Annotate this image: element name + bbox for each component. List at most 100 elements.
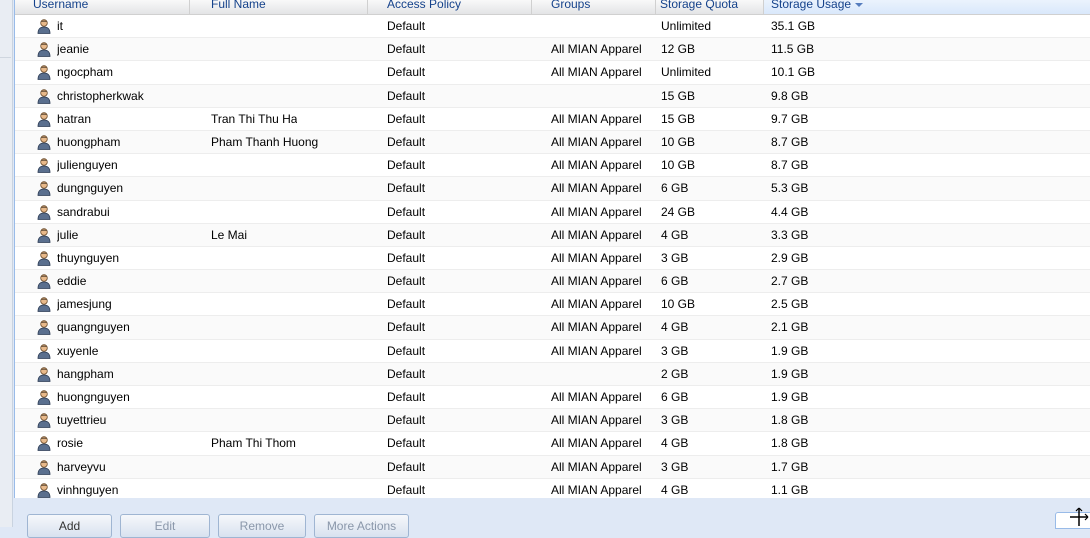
user-icon (37, 19, 51, 34)
sort-descending-icon (855, 2, 864, 7)
cell-username: julie (57, 227, 79, 242)
user-icon (37, 42, 51, 58)
cell-groups: All MIAN Apparel (551, 390, 642, 404)
cell-storage-usage: 9.8 GB (771, 88, 809, 103)
cell-access-policy: Default (387, 366, 426, 381)
column-header-groups[interactable]: Groups (532, 0, 656, 14)
table-row[interactable]: julienguyen Default All MIAN Apparel 10 GB 8… (15, 154, 1090, 178)
column-header-username[interactable]: Username (15, 0, 190, 14)
table-row[interactable]: quangnguyen Default All MIAN Apparel 4 GB 2.… (15, 316, 1090, 340)
edit-button[interactable]: Edit (120, 514, 210, 538)
column-header-storage-quota[interactable]: Storage Quota (656, 0, 764, 14)
cell-groups: All MIAN Apparel (551, 482, 642, 497)
cell-storage-usage: 1.8 GB (771, 413, 809, 428)
cell-username: rosie (57, 436, 84, 451)
cell-access-policy: Default (387, 65, 426, 80)
cell-storage-usage: 8.7 GB (771, 134, 809, 149)
cell-username: tuyettrieu (57, 413, 107, 428)
table-row[interactable]: it Default Unlimited 35.1 GB (15, 15, 1090, 39)
users-grid: Username Full Name Access Policy Groups … (14, 0, 1090, 498)
grid-body: it Default Unlimited 35.1 GB jeanie Default Al… (15, 15, 1090, 498)
cell-username: dungnguyen (57, 181, 124, 196)
table-row[interactable]: harveyvu Default All MIAN Apparel 3 GB 1.7 G… (15, 455, 1090, 479)
cell-storage-quota: 4 GB (661, 320, 689, 335)
cell-access-policy: Default (387, 88, 426, 103)
cell-username: jamesjung (57, 297, 112, 312)
table-row[interactable]: sandrabui Default All MIAN Apparel 24 GB 4.4… (15, 201, 1090, 224)
table-row[interactable]: julie Le Mai Default All MIAN Apparel 4 GB 3.… (15, 223, 1090, 247)
user-icon (37, 459, 51, 475)
table-row[interactable]: thuynguyen Default All MIAN Apparel 3 GB 2.9… (15, 247, 1090, 271)
cell-username: ngocpham (57, 65, 114, 80)
user-icon (37, 112, 51, 127)
cell-username: it (57, 19, 63, 33)
cell-storage-quota: 4 GB (661, 482, 689, 497)
user-icon (37, 483, 51, 498)
column-header-storage-usage-label: Storage Usage (771, 0, 852, 11)
cell-storage-usage: 1.1 GB (771, 482, 809, 497)
cell-storage-usage: 11.5 GB (771, 42, 815, 57)
table-row[interactable]: dungnguyen Default All MIAN Apparel 6 GB 5.3… (15, 177, 1090, 201)
cell-storage-usage: 2.5 GB (771, 297, 809, 312)
grid-header: Username Full Name Access Policy Groups … (15, 0, 1090, 15)
cell-username: quangnguyen (57, 320, 130, 335)
cell-access-policy: Default (387, 343, 426, 358)
remove-button[interactable]: Remove (218, 514, 306, 538)
cell-groups: All MIAN Apparel (551, 204, 642, 219)
cell-storage-usage: 8.7 GB (771, 158, 809, 173)
column-header-access-policy[interactable]: Access Policy (368, 0, 532, 14)
user-icon (37, 436, 51, 452)
table-row[interactable]: huongnguyen Default All MIAN Apparel 6 GB 1.… (15, 386, 1090, 410)
cell-storage-quota: 10 GB (661, 297, 696, 312)
cell-access-policy: Default (387, 204, 426, 219)
table-row[interactable]: tuyettrieu Default All MIAN Apparel 3 GB 1.8… (15, 409, 1090, 433)
table-row[interactable]: christopherkwak Default 15 GB 9.8 GB (15, 84, 1090, 108)
cell-groups: All MIAN Apparel (551, 250, 642, 265)
cell-access-policy: Default (387, 250, 426, 265)
cell-storage-quota: 10 GB (661, 158, 696, 173)
cell-storage-usage: 9.7 GB (771, 111, 809, 126)
cell-storage-quota: 3 GB (661, 250, 689, 265)
column-header-groups-label: Groups (551, 0, 591, 11)
column-header-storage-quota-label: Storage Quota (660, 0, 739, 11)
table-row[interactable]: ngocpham Default All MIAN Apparel Unlimited… (15, 61, 1090, 85)
table-row[interactable]: eddie Default All MIAN Apparel 6 GB 2.7 GB (15, 270, 1090, 294)
cell-full-name: Pham Thi Thom (211, 436, 296, 451)
cell-storage-quota: 4 GB (661, 227, 689, 242)
cell-storage-usage: 35.1 GB (771, 19, 816, 33)
column-header-full-name[interactable]: Full Name (190, 0, 368, 14)
cell-username: sandrabui (57, 204, 110, 219)
table-row[interactable]: hatran Tran Thi Thu Ha Default All MIAN App… (15, 108, 1090, 131)
user-icon (37, 158, 51, 174)
user-icon (37, 367, 51, 382)
table-row[interactable]: hangpham Default 2 GB 1.9 GB (15, 362, 1090, 386)
cell-groups: All MIAN Apparel (551, 111, 642, 126)
table-row[interactable]: rosie Pham Thi Thom Default All MIAN Appare… (15, 432, 1090, 456)
more-actions-button[interactable]: More Actions (314, 514, 409, 538)
cell-storage-quota: 12 GB (661, 42, 696, 57)
left-panel-edge (0, 0, 13, 527)
user-icon (37, 274, 51, 289)
cell-groups: All MIAN Apparel (551, 42, 642, 57)
table-row[interactable]: vinhnguyen Default All MIAN Apparel 4 GB 1.1… (15, 479, 1090, 498)
cell-username: harveyvu (57, 459, 106, 474)
cell-access-policy: Default (387, 459, 426, 474)
cell-username: huongpham (57, 134, 121, 149)
table-row[interactable]: jamesjung Default All MIAN Apparel 10 GB 2.5… (15, 293, 1090, 317)
cell-storage-quota: 6 GB (661, 181, 689, 196)
table-row[interactable]: xuyenle Default All MIAN Apparel 3 GB 1.9 GB (15, 340, 1090, 363)
user-icon (37, 204, 51, 220)
column-header-storage-usage[interactable]: Storage Usage (764, 0, 1090, 14)
cell-groups: All MIAN Apparel (551, 181, 642, 196)
cell-groups: All MIAN Apparel (551, 274, 642, 289)
add-button[interactable]: Add (27, 514, 112, 538)
cell-username: christopherkwak (57, 88, 144, 103)
cell-storage-usage: 1.8 GB (771, 436, 809, 451)
cell-access-policy: Default (387, 320, 426, 335)
column-header-access-policy-label: Access Policy (387, 0, 462, 11)
table-row[interactable]: huongpham Pham Thanh Huong Default All MIAN… (15, 130, 1090, 155)
table-row[interactable]: jeanie Default All MIAN Apparel 12 GB 11.5 G… (15, 38, 1090, 62)
cell-groups: All MIAN Apparel (551, 297, 642, 312)
cell-storage-quota: 15 GB (661, 88, 696, 103)
cell-storage-quota: Unlimited (661, 19, 712, 33)
